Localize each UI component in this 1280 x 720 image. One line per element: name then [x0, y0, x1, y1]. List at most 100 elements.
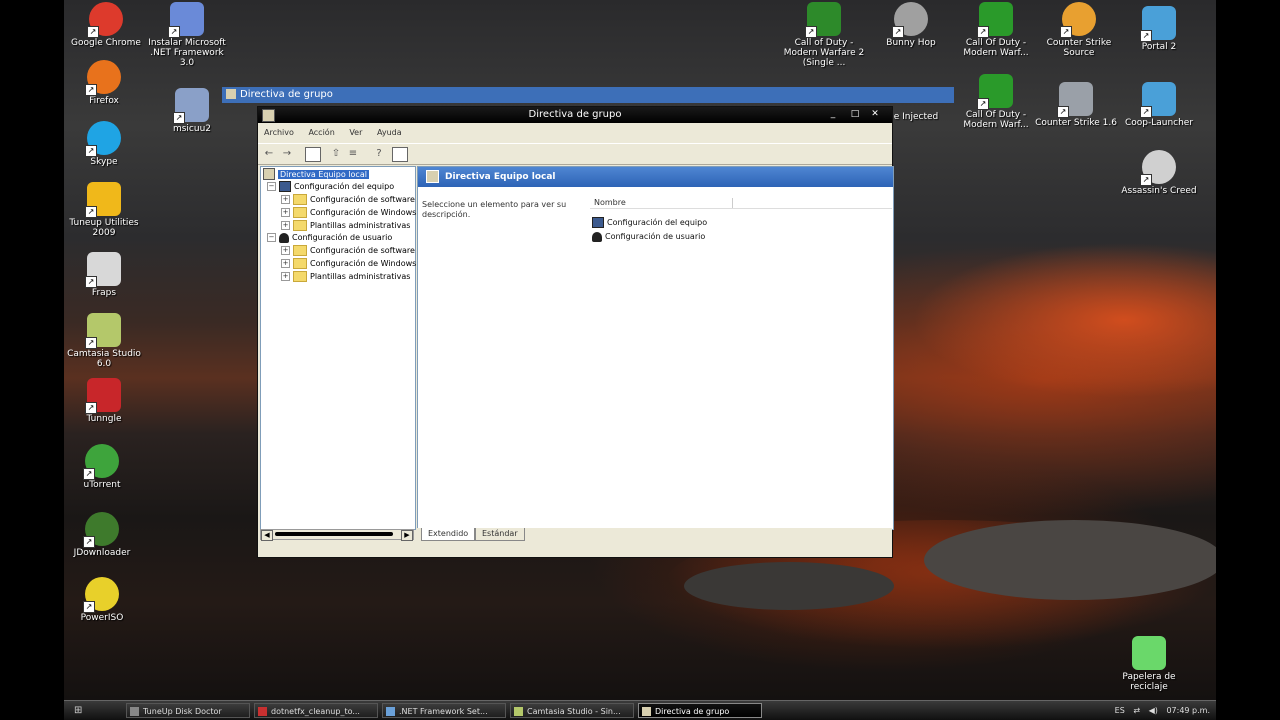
up-folder-icon[interactable]: ⇧	[329, 147, 343, 160]
user-icon	[279, 232, 289, 243]
installer-icon: ↗	[168, 2, 204, 38]
expand-icon[interactable]: +	[281, 259, 290, 268]
taskbar-button-dotnet-setup[interactable]: .NET Framework Set...	[382, 703, 506, 718]
desktop-icon-portal2[interactable]: ↗ Portal 2	[1117, 6, 1201, 52]
desktop-icon-label: uTorrent	[83, 480, 121, 490]
desktop-icon-firefox[interactable]: ↗ Firefox	[62, 60, 146, 106]
column-nombre[interactable]: Nombre	[594, 196, 626, 210]
taskbar-button-dotnetfx[interactable]: dotnetfx_cleanup_to...	[254, 703, 378, 718]
tree-item-computer-software[interactable]: + Configuración de software	[281, 194, 415, 206]
folder-icon	[293, 245, 307, 256]
desktop-icon-assassins[interactable]: ↗ Assassin's Creed	[1117, 150, 1201, 196]
tree-item-user-windows[interactable]: + Configuración de Windows	[281, 258, 416, 270]
window-titlebar[interactable]: Directiva de grupo _ □ ✕	[258, 107, 892, 123]
collapse-icon[interactable]: −	[267, 233, 276, 242]
export-list-icon[interactable]: ≡	[346, 147, 360, 160]
installer-icon	[386, 707, 395, 716]
tab-extendido[interactable]: Extendido	[421, 528, 476, 541]
tree-item-computer-windows[interactable]: + Configuración de Windows	[281, 207, 416, 219]
group-policy-window: Directiva de grupo _ □ ✕ Archivo Acción …	[257, 106, 894, 558]
desktop-icon-skype[interactable]: ↗ Skype	[62, 121, 146, 167]
volume-icon[interactable]: ◀)	[1149, 702, 1158, 719]
language-indicator[interactable]: ES	[1115, 702, 1125, 719]
tree-item-root[interactable]: Directiva Equipo local	[263, 168, 369, 180]
desktop-icon-tuneup[interactable]: ↗ Tuneup Utilities 2009	[62, 182, 146, 238]
jdownloader-icon: ↗	[83, 512, 119, 548]
taskbar-button-group-policy[interactable]: Directiva de grupo	[638, 703, 762, 718]
back-arrow-icon[interactable]: ←	[262, 147, 276, 160]
desktop-icon-mw-2[interactable]: ↗ Call Of Duty - Modern Warf...	[954, 74, 1038, 130]
console-icon[interactable]	[392, 147, 408, 162]
close-button[interactable]: ✕	[868, 108, 882, 121]
tree-item-user-software[interactable]: + Configuración de software	[281, 245, 415, 257]
forward-arrow-icon[interactable]: →	[280, 147, 294, 160]
network-icon[interactable]: ⇄	[1133, 702, 1140, 719]
tab-estandar[interactable]: Estándar	[475, 528, 525, 541]
policy-icon	[263, 168, 275, 180]
desktop-icon-label: Skype	[90, 157, 118, 167]
folder-icon	[293, 258, 307, 269]
tree-item-computer-config[interactable]: − Configuración del equipo	[267, 181, 394, 193]
tree-horizontal-scrollbar[interactable]: ◀ ▶	[260, 529, 414, 541]
maximize-button[interactable]: □	[848, 108, 862, 121]
menu-ver[interactable]: Ver	[343, 124, 368, 142]
folder-icon	[293, 207, 307, 218]
taskbar-button-camtasia[interactable]: Camtasia Studio - Sin...	[510, 703, 634, 718]
column-divider[interactable]	[732, 198, 733, 208]
tree-item-computer-admin-templates[interactable]: + Plantillas administrativas	[281, 220, 410, 232]
minimize-button[interactable]: _	[826, 108, 840, 121]
collapse-icon[interactable]: −	[267, 182, 276, 191]
list-item-label: Configuración de usuario	[605, 232, 706, 241]
tree-label: Configuración de software	[310, 195, 415, 204]
desktop-icon-dotnet[interactable]: ↗ Instalar Microsoft .NET Framework 3.0	[144, 2, 230, 68]
taskbar-button-label: TuneUp Disk Doctor	[143, 707, 222, 716]
desktop-icon-cs16[interactable]: ↗ Counter Strike 1.6	[1034, 82, 1118, 128]
folder-icon	[293, 271, 307, 282]
desktop-icon-jdownloader[interactable]: ↗ JDownloader	[60, 512, 144, 558]
desktop-icon-label: Assassin's Creed	[1121, 186, 1197, 196]
desktop-icon-mw-1[interactable]: ↗ Call Of Duty - Modern Warf...	[954, 2, 1038, 58]
tree-item-user-config[interactable]: − Configuración de usuario	[267, 232, 392, 244]
toolbar: ← → ⇧ ≡ ?	[258, 143, 892, 165]
list-item-computer-config[interactable]: Configuración del equipo	[592, 217, 707, 229]
desktop-icon-chrome[interactable]: ↗ Google Chrome	[64, 2, 148, 48]
list-column-header[interactable]: Nombre	[590, 196, 892, 209]
taskbar: ⊞ TuneUp Disk Doctor dotnetfx_cleanup_to…	[64, 700, 1216, 720]
counter-strike-icon: ↗	[1057, 82, 1093, 118]
show-tree-icon[interactable]	[305, 147, 321, 162]
desktop-icon-mw2-single[interactable]: ↗ Call of Duty - Modern Warfare 2 (Singl…	[782, 2, 866, 68]
policy-icon	[262, 109, 275, 122]
background-window-title: Directiva de grupo	[240, 89, 333, 100]
menu-archivo[interactable]: Archivo	[258, 124, 300, 142]
list-item-user-config[interactable]: Configuración de usuario	[592, 231, 705, 243]
desktop-icon-utorrent[interactable]: ↗ uTorrent	[60, 444, 144, 490]
desktop-icon-coop[interactable]: ↗ Coop-Launcher	[1117, 82, 1201, 128]
expand-icon[interactable]: +	[281, 246, 290, 255]
tree-item-user-admin-templates[interactable]: + Plantillas administrativas	[281, 271, 410, 283]
desktop-icon-bunnyhop[interactable]: ↗ Bunny Hop	[869, 2, 953, 48]
help-icon[interactable]: ?	[372, 147, 386, 160]
clock[interactable]: 07:49 p.m.	[1166, 702, 1210, 719]
expand-icon[interactable]: +	[281, 221, 290, 230]
window-title: Directiva de grupo	[528, 109, 622, 120]
start-button[interactable]: ⊞	[74, 704, 88, 717]
taskbar-button-label: Camtasia Studio - Sin...	[527, 707, 621, 716]
desktop-icon-fraps[interactable]: ↗ Fraps	[62, 252, 146, 298]
scroll-left-icon[interactable]: ◀	[261, 530, 273, 541]
expand-icon[interactable]: +	[281, 208, 290, 217]
menu-ayuda[interactable]: Ayuda	[371, 124, 408, 142]
scrollbar-thumb[interactable]	[275, 532, 393, 536]
taskbar-button-tuneup[interactable]: TuneUp Disk Doctor	[126, 703, 250, 718]
chrome-icon: ↗	[87, 2, 123, 38]
scroll-right-icon[interactable]: ▶	[401, 530, 413, 541]
desktop-icon-css[interactable]: ↗ Counter Strike Source	[1037, 2, 1121, 58]
expand-icon[interactable]: +	[281, 272, 290, 281]
desktop-icon-label: Firefox	[89, 96, 119, 106]
expand-icon[interactable]: +	[281, 195, 290, 204]
desktop-icon-recycle-bin[interactable]: Papelera de reciclaje	[1104, 636, 1194, 692]
desktop-icon-tunngle[interactable]: ↗ Tunngle	[62, 378, 146, 424]
desktop-icon-camtasia[interactable]: ↗ Camtasia Studio 6.0	[62, 313, 146, 369]
background-window-titlebar[interactable]: Directiva de grupo	[222, 87, 954, 103]
menu-accion[interactable]: Acción	[302, 124, 340, 142]
desktop-icon-poweriso[interactable]: ↗ PowerISO	[60, 577, 144, 623]
